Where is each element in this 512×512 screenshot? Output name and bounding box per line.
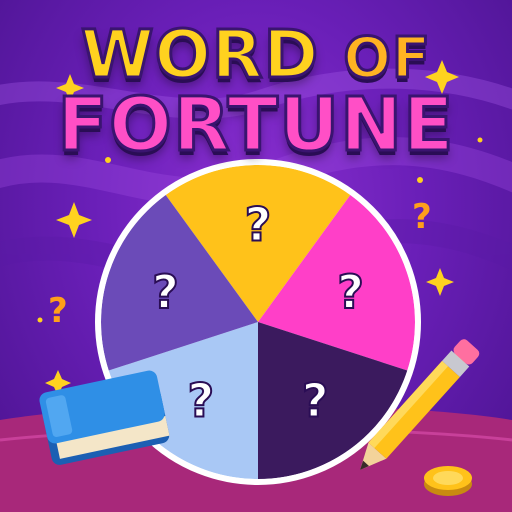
sparkle-icon: [426, 268, 454, 296]
sparkle-icon: [56, 202, 92, 238]
wheel-question-mark: ?: [245, 198, 272, 252]
wheel-question-mark: ?: [187, 374, 214, 428]
question-mark-icon: ?: [412, 197, 432, 237]
wheel-question-mark: ?: [337, 265, 364, 319]
wheel-question-mark: ?: [302, 374, 329, 428]
wheel-question-mark: ?: [152, 265, 179, 319]
game-scene: ????? ? ? WORD OF FORTUNE: [0, 0, 512, 512]
title-word: FORTUNE: [56, 82, 455, 168]
title-line-1: WORD OF: [0, 20, 512, 89]
title-line-2: FORTUNE: [0, 87, 512, 164]
coin-icon: [424, 466, 472, 496]
question-mark-icon: ?: [48, 291, 68, 331]
